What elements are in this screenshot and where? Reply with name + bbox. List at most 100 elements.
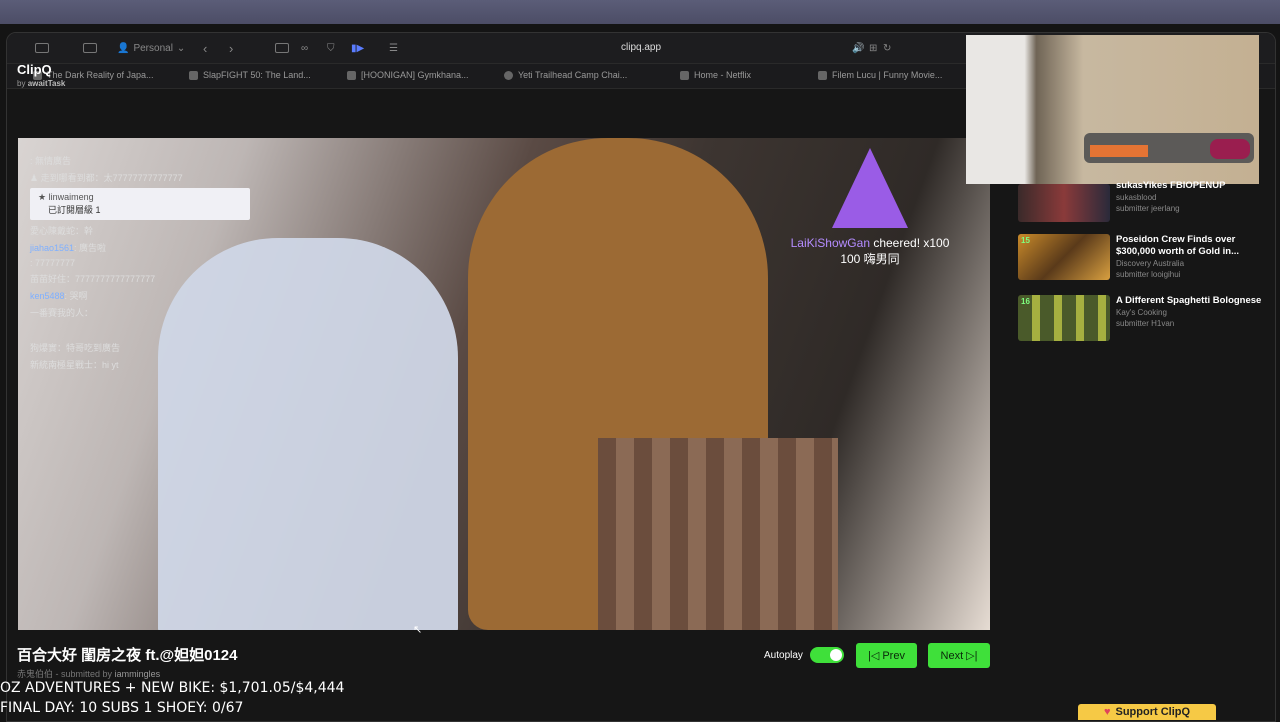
prev-button[interactable]: |◁ Prev <box>856 643 917 668</box>
tab-label: Yeti Trailhead Camp Chai... <box>518 70 628 80</box>
support-button[interactable]: ♥ Support ClipQ <box>1078 704 1216 720</box>
chat-line: ♟ 走到哪看到都：太77777777777777 <box>30 171 250 184</box>
queue-item[interactable]: 15 Poseidon Crew Finds over $300,000 wor… <box>1018 234 1258 284</box>
heart-icon: ♥ <box>1103 706 1111 718</box>
profile-selector[interactable]: 👤 Personal ⌄ <box>117 40 185 56</box>
tab-overview-icon[interactable] <box>83 40 97 56</box>
cheer-text: cheered! x100 <box>870 236 950 250</box>
chat-line: jiahao1561: 廣告啦 <box>30 241 250 254</box>
chat-msg: 狗爆實：特哥吃到廣告 <box>30 343 121 353</box>
shield-icon[interactable]: ⛉ <box>327 40 335 56</box>
chat-msg: 苗苗好住：7777777777777777 <box>30 274 156 284</box>
stream-overlay-line: FINAL DAY: 10 SUBS 1 SHOEY: 0/67 <box>0 700 244 716</box>
pip-bag <box>1210 139 1250 159</box>
youtube-icon <box>347 70 356 80</box>
youtube-icon <box>189 70 198 80</box>
queue-submitter: submitter H1van <box>1116 319 1175 328</box>
tab-item[interactable]: SlapFIGHT 50: The Land... <box>189 70 311 80</box>
cheer-alert: LaiKiShowGan cheered! x100 100 嗨男同 <box>780 148 960 267</box>
mouse-cursor-icon: ↖ <box>413 624 423 636</box>
back-button[interactable]: ‹ <box>203 40 207 56</box>
queue-submitter: submitter jeerlang <box>1116 204 1180 213</box>
queue-title: A Different Spaghetti Bolognese <box>1116 295 1262 306</box>
chat-line: : 無情廣告 <box>30 154 250 167</box>
extension-blue-icon[interactable]: ▮▶ <box>351 40 364 56</box>
next-label: Next <box>940 649 964 662</box>
video-channel[interactable]: 赤鬼伯伯 <box>17 669 53 679</box>
chat-msg: : 哭啊 <box>64 291 88 301</box>
chat-line: 苗苗好住：7777777777777777 <box>30 272 250 285</box>
video-player[interactable]: : 無情廣告 ♟ 走到哪看到都：太77777777777777 ★ linwai… <box>18 138 990 630</box>
tab-item[interactable]: Filem Lucu | Funny Movie... <box>818 70 942 80</box>
chat-line: 狗爆實：特哥吃到廣告 <box>30 341 250 354</box>
tab-item[interactable]: [HOONIGAN] Gymkhana... <box>347 70 469 80</box>
queue-number: 15 <box>1021 236 1030 245</box>
reload-icon[interactable]: ↻ <box>883 40 891 56</box>
app-byline: by awaitTask <box>17 79 65 88</box>
chevron-down-icon: ⌄ <box>176 42 186 54</box>
toggle-knob <box>830 649 842 661</box>
chat-msg: 一番賽我的人： <box>30 308 94 318</box>
queue-number: 16 <box>1021 297 1030 306</box>
chat-line: : 77777777 <box>30 258 250 268</box>
chat-msg: 愛心陳戴蛇：幹 <box>30 226 94 236</box>
webcam-pip <box>966 35 1259 184</box>
queue-item[interactable]: sukasYikes FBIOPENUP sukasblood submitte… <box>1018 180 1258 230</box>
cheer-message: 100 嗨男同 <box>840 252 900 266</box>
byline-user[interactable]: awaitTask <box>28 79 66 88</box>
netflix-icon <box>680 70 689 80</box>
queue-submitter: submitter looigihui <box>1116 270 1181 279</box>
autoplay-toggle[interactable] <box>810 647 844 663</box>
reader-icon[interactable]: ☰ <box>389 40 398 56</box>
queue-thumbnail: 15 <box>1018 234 1110 280</box>
audio-icon[interactable]: 🔊 <box>852 40 864 56</box>
glasses-icon[interactable]: ∞ <box>301 40 308 56</box>
chat-hl-msg: 已訂閱層級 1 <box>48 205 101 215</box>
tab-label: Home - Netflix <box>694 70 752 80</box>
queue-text: Poseidon Crew Finds over $300,000 worth … <box>1116 234 1266 280</box>
star-icon: ★ <box>38 192 49 202</box>
chat-msg: : 77777777 <box>30 258 76 268</box>
chat-hl-user: ★ linwaimeng <box>38 192 242 203</box>
forward-button[interactable]: › <box>229 40 233 56</box>
support-label: Support ClipQ <box>1115 706 1191 718</box>
youtube-icon <box>818 70 827 80</box>
stream-chat-overlay: : 無情廣告 ♟ 走到哪看到都：太77777777777777 ★ linwai… <box>30 154 250 375</box>
app-brand: ClipQ by awaitTask <box>17 62 65 88</box>
extension-icon[interactable] <box>275 40 289 56</box>
chat-hl-username: linwaimeng <box>48 192 94 202</box>
chat-user: jiahao1561 <box>30 243 75 253</box>
profile-label: Personal <box>133 42 173 54</box>
submitted-prefix: - submitted by <box>55 669 113 679</box>
chat-line: ken5488: 哭啊 <box>30 289 250 302</box>
skip-back-icon: |◁ <box>868 650 880 662</box>
cheer-user: LaiKiShowGan <box>790 236 870 250</box>
pip-box <box>1090 145 1148 157</box>
tab-item[interactable]: Home - Netflix <box>680 70 751 80</box>
queue-channel: Kay's Cooking <box>1116 308 1167 317</box>
tab-label: [HOONIGAN] Gymkhana... <box>361 70 469 80</box>
queue-title: Poseidon Crew Finds over $300,000 worth … <box>1116 234 1239 257</box>
byline-prefix: by <box>17 79 26 88</box>
queue-title: sukasYikes FBIOPENUP <box>1116 180 1226 191</box>
next-button[interactable]: Next ▷| <box>928 643 990 668</box>
sidebar-toggle-icon[interactable] <box>35 40 49 56</box>
address-bar[interactable]: clipq.app <box>621 42 661 53</box>
chat-msg: : 廣告啦 <box>74 243 107 253</box>
prev-label: Prev <box>882 649 905 662</box>
chat-msg: : 無情廣告 <box>30 156 72 166</box>
video-submitter[interactable]: iammingles <box>115 669 161 679</box>
tab-label: Filem Lucu | Funny Movie... <box>832 70 943 80</box>
macos-menubar <box>0 0 1280 24</box>
stream-overlay-line: OZ ADVENTURES + NEW BIKE: $1,701.05/$4,4… <box>0 680 345 696</box>
queue-item[interactable]: 16 A Different Spaghetti Bolognese Kay's… <box>1018 295 1261 345</box>
autoplay-label: Autoplay <box>764 650 803 661</box>
translate-icon[interactable]: ⊞ <box>869 40 877 56</box>
chat-sub-highlight: ★ linwaimeng 已訂閱層級 1 <box>30 188 250 220</box>
queue-text: A Different Spaghetti Bolognese Kay's Co… <box>1116 295 1266 329</box>
queue-channel: Discovery Australia <box>1116 259 1185 268</box>
video-title: 百合大好 閨房之夜 ft.@妲妲0124 <box>17 647 238 664</box>
tab-item[interactable]: Yeti Trailhead Camp Chai... <box>504 70 627 80</box>
skip-forward-icon: ▷| <box>966 650 978 662</box>
video-meta: 赤鬼伯伯 - submitted by iammingles <box>17 667 160 680</box>
